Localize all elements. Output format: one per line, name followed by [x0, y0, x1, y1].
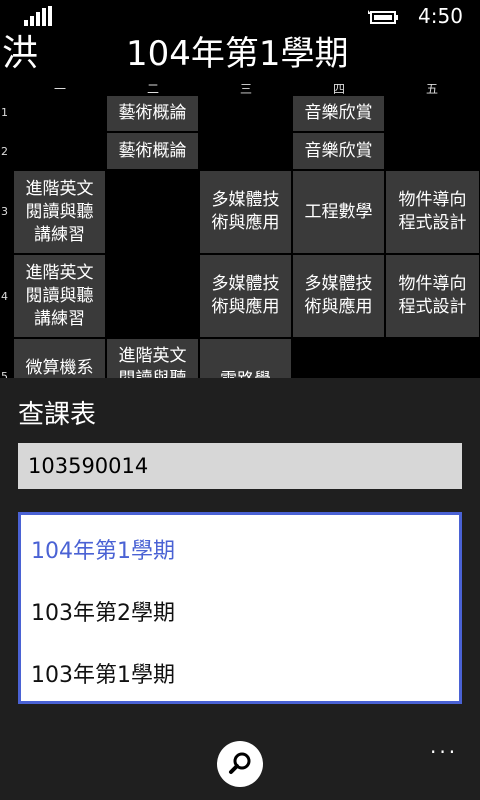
status-time: 4:50 [418, 4, 463, 28]
course-cell[interactable]: 物件導向 程式設計 [386, 171, 479, 253]
student-id-input[interactable]: 103590014 [18, 443, 462, 489]
period-label-3: 3 [1, 205, 8, 218]
day-header-thu: 四 [332, 82, 345, 96]
more-button[interactable]: ... [430, 734, 458, 758]
day-header-fri: 五 [425, 82, 438, 96]
panel-title: 查課表 [18, 400, 97, 430]
semester-option[interactable]: 104年第1學期 [31, 533, 175, 565]
period-label-1: 1 [1, 106, 8, 119]
search-button[interactable] [217, 741, 263, 787]
day-header-wed: 三 [239, 82, 252, 96]
course-cell[interactable]: 工程數學 [293, 171, 384, 253]
page-title: 104年第1學期 [126, 34, 349, 74]
course-cell[interactable]: 多媒體技 術與應用 [200, 171, 291, 253]
course-cell[interactable]: 物件導向 程式設計 [386, 255, 479, 337]
day-header-tue: 二 [146, 82, 159, 96]
search-icon [229, 752, 251, 774]
signal-icon [24, 6, 54, 26]
course-cell[interactable]: 多媒體技 術與應用 [293, 255, 384, 337]
status-bar: 4:50 [0, 0, 480, 32]
student-name: 洪 [2, 33, 39, 74]
course-cell[interactable]: 藝術概論 [107, 96, 198, 131]
semester-list[interactable]: 104年第1學期 103年第2學期 103年第1學期 [18, 512, 462, 704]
period-label-2: 2 [1, 145, 8, 158]
semester-option[interactable]: 103年第2學期 [31, 595, 175, 627]
day-header-mon: 一 [53, 82, 66, 96]
course-cell[interactable]: 音樂欣賞 [293, 96, 384, 131]
course-cell[interactable]: 藝術概論 [107, 133, 198, 169]
battery-charging-icon [368, 9, 402, 25]
semester-option[interactable]: 103年第1學期 [31, 657, 175, 689]
course-cell[interactable]: 音樂欣賞 [293, 133, 384, 169]
period-label-4: 4 [1, 290, 8, 303]
course-cell[interactable]: 進階英文 閱讀與聽 講練習 [14, 171, 105, 253]
course-cell[interactable]: 進階英文 閱讀與聽 講練習 [14, 255, 105, 337]
course-cell[interactable]: 多媒體技 術與應用 [200, 255, 291, 337]
